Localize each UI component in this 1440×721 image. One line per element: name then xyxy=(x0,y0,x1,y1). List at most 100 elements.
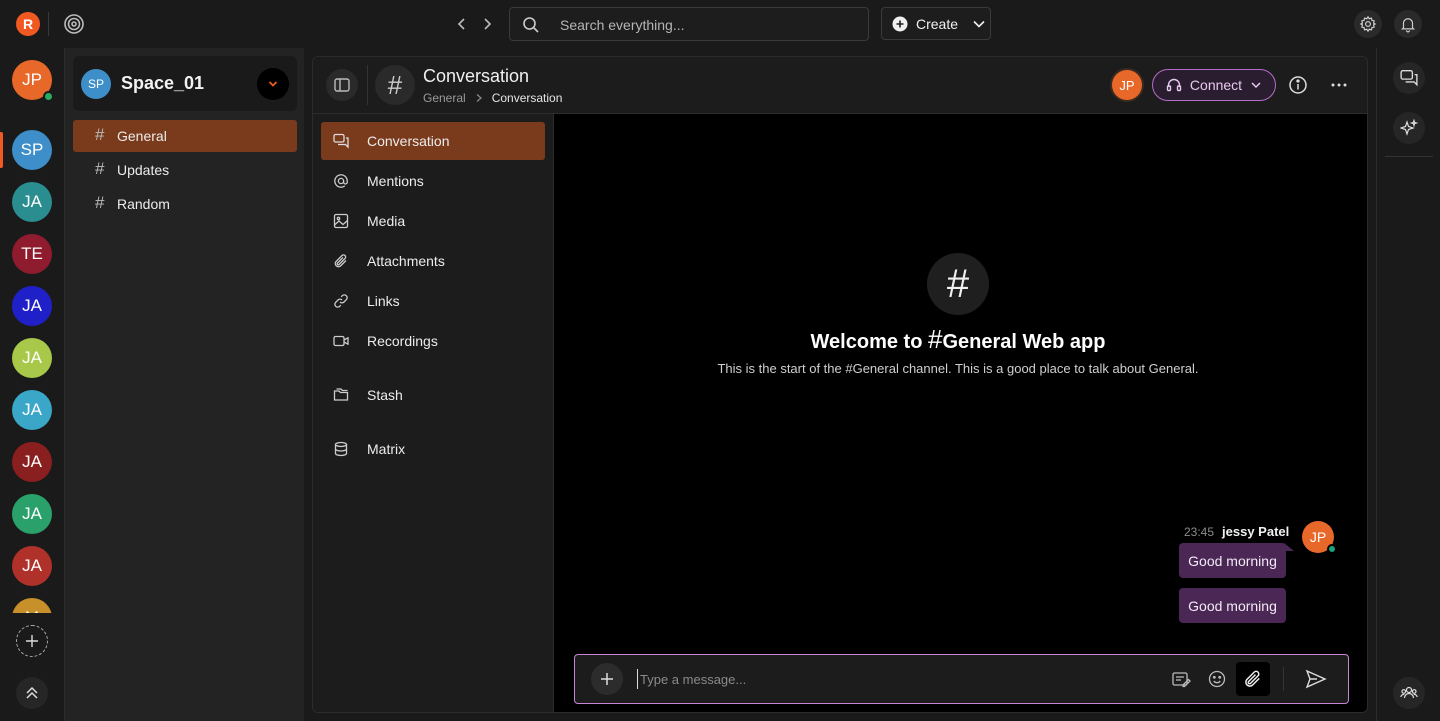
space-avatar[interactable]: JA xyxy=(12,442,52,482)
breadcrumb: General Conversation xyxy=(423,91,562,105)
subnav-item-recordings[interactable]: Recordings xyxy=(321,322,545,360)
info-icon[interactable] xyxy=(1288,75,1308,95)
double-chevron-up-icon xyxy=(26,686,38,699)
channel-label: Updates xyxy=(117,162,170,178)
conversation-subnav: Conversation Mentions Media Attachments … xyxy=(313,114,554,712)
channel-hash-icon: # xyxy=(927,253,989,315)
plus-icon xyxy=(26,635,38,647)
chat-icon xyxy=(333,133,349,149)
paperclip-icon xyxy=(333,253,349,269)
subnav-item-attachments[interactable]: Attachments xyxy=(321,242,545,280)
connect-button[interactable]: Connect xyxy=(1152,69,1276,101)
space-avatar[interactable]: JA xyxy=(12,390,52,430)
top-divider xyxy=(48,12,49,36)
emoji-icon[interactable] xyxy=(1207,669,1227,689)
subnav-label: Mentions xyxy=(367,173,424,189)
space-avatar[interactable]: JA xyxy=(12,182,52,222)
space-avatar-sp[interactable]: SP xyxy=(12,130,52,170)
message-bubble[interactable]: Good morning xyxy=(1179,543,1286,578)
message-time: 23:45 xyxy=(1184,525,1215,539)
space-header[interactable]: SP Space_01 xyxy=(73,56,297,111)
breadcrumb-item[interactable]: General xyxy=(423,91,466,105)
message-author-avatar[interactable]: JP xyxy=(1302,521,1337,554)
right-rail xyxy=(1376,48,1440,721)
radar-icon[interactable] xyxy=(62,12,86,36)
composer-divider xyxy=(1283,667,1284,691)
message-author[interactable]: jessy Patel xyxy=(1222,524,1289,539)
subnav-label: Stash xyxy=(367,387,403,403)
members-icon[interactable] xyxy=(1393,677,1425,709)
subnav-item-conversation[interactable]: Conversation xyxy=(321,122,545,160)
sidebar-toggle-icon[interactable] xyxy=(326,69,358,101)
space-menu-chevron-icon[interactable] xyxy=(257,68,289,100)
subnav-item-stash[interactable]: Stash xyxy=(321,376,545,414)
avatar-initials: JP xyxy=(1309,529,1327,545)
link-icon xyxy=(333,293,349,309)
format-text-icon[interactable] xyxy=(1171,669,1191,689)
welcome-subtitle: This is the start of the #General channe… xyxy=(717,361,1199,376)
attach-file-button[interactable] xyxy=(1236,662,1270,696)
subnav-label: Attachments xyxy=(367,253,445,269)
channel-item-general[interactable]: # General xyxy=(73,120,297,152)
conversation-area: # Welcome to #General Web app This is th… xyxy=(554,114,1367,712)
welcome-hash: # xyxy=(927,324,943,354)
space-avatar: SP xyxy=(81,69,111,99)
threads-chat-icon[interactable] xyxy=(1393,62,1425,94)
search-box[interactable] xyxy=(509,7,869,41)
space-avatar[interactable]: JA xyxy=(12,494,52,534)
back-arrow-icon[interactable] xyxy=(452,14,472,34)
subnav-label: Conversation xyxy=(367,133,450,149)
user-avatar[interactable]: JP xyxy=(12,60,54,102)
create-button[interactable]: Create xyxy=(881,7,991,40)
plus-circle-icon xyxy=(892,16,908,32)
subnav-item-mentions[interactable]: Mentions xyxy=(321,162,545,200)
message-input[interactable] xyxy=(637,669,1157,689)
channel-item-updates[interactable]: # Updates xyxy=(73,154,297,186)
channel-header: # Conversation General Conversation JP C… xyxy=(313,57,1367,114)
member-avatar[interactable]: JP xyxy=(1112,70,1142,100)
settings-gear-icon[interactable] xyxy=(1354,10,1382,38)
chevron-down-icon xyxy=(1250,79,1262,91)
send-icon[interactable] xyxy=(1305,669,1327,689)
subnav-label: Matrix xyxy=(367,441,406,457)
spaces-list[interactable]: SP JA TE JA JA JA JA JA JA M xyxy=(0,118,64,613)
subnav-label: Media xyxy=(367,213,406,229)
space-name: Space_01 xyxy=(121,73,205,93)
folder-icon xyxy=(333,387,349,403)
subnav-item-links[interactable]: Links xyxy=(321,282,545,320)
space-avatar[interactable]: M xyxy=(12,598,52,613)
forward-arrow-icon[interactable] xyxy=(477,14,497,34)
space-avatar[interactable]: JA xyxy=(12,286,52,326)
online-status-dot xyxy=(43,91,54,102)
channel-item-random[interactable]: # Random xyxy=(73,188,297,220)
ai-sparkle-icon[interactable] xyxy=(1393,112,1425,144)
more-options-icon[interactable] xyxy=(1330,75,1348,95)
add-content-button[interactable] xyxy=(591,663,623,695)
headset-icon xyxy=(1166,77,1182,93)
breadcrumb-current: Conversation xyxy=(491,91,563,105)
main-panel: # Conversation General Conversation JP C… xyxy=(312,56,1368,713)
subnav-item-media[interactable]: Media xyxy=(321,202,545,240)
subnav-item-matrix[interactable]: Matrix xyxy=(321,430,545,468)
database-icon xyxy=(333,441,349,457)
space-avatar[interactable]: JA xyxy=(12,338,52,378)
spaces-rail: JP SP JA TE JA JA JA JA JA JA M xyxy=(0,48,64,721)
space-avatar[interactable]: JA xyxy=(12,546,52,586)
welcome-prefix: Welcome to xyxy=(810,331,928,353)
channel-sidebar: SP Space_01 # General # Updates # Random xyxy=(64,48,304,721)
app-logo[interactable]: R xyxy=(16,12,40,36)
space-avatar[interactable]: TE xyxy=(12,234,52,274)
notifications-bell-icon[interactable] xyxy=(1394,10,1422,38)
message-composer xyxy=(574,654,1349,704)
page-title: Conversation xyxy=(423,66,530,86)
message-bubble[interactable]: Good morning xyxy=(1179,588,1286,623)
collapse-up-button[interactable] xyxy=(16,677,48,709)
add-space-button[interactable] xyxy=(16,625,48,657)
chevron-down-icon xyxy=(972,17,986,31)
search-input[interactable] xyxy=(560,15,850,35)
plus-icon xyxy=(601,673,613,685)
header-divider xyxy=(367,65,368,105)
welcome-channel-name: General Web app xyxy=(942,331,1106,353)
hash-icon: # xyxy=(95,193,105,212)
at-icon xyxy=(333,173,349,189)
